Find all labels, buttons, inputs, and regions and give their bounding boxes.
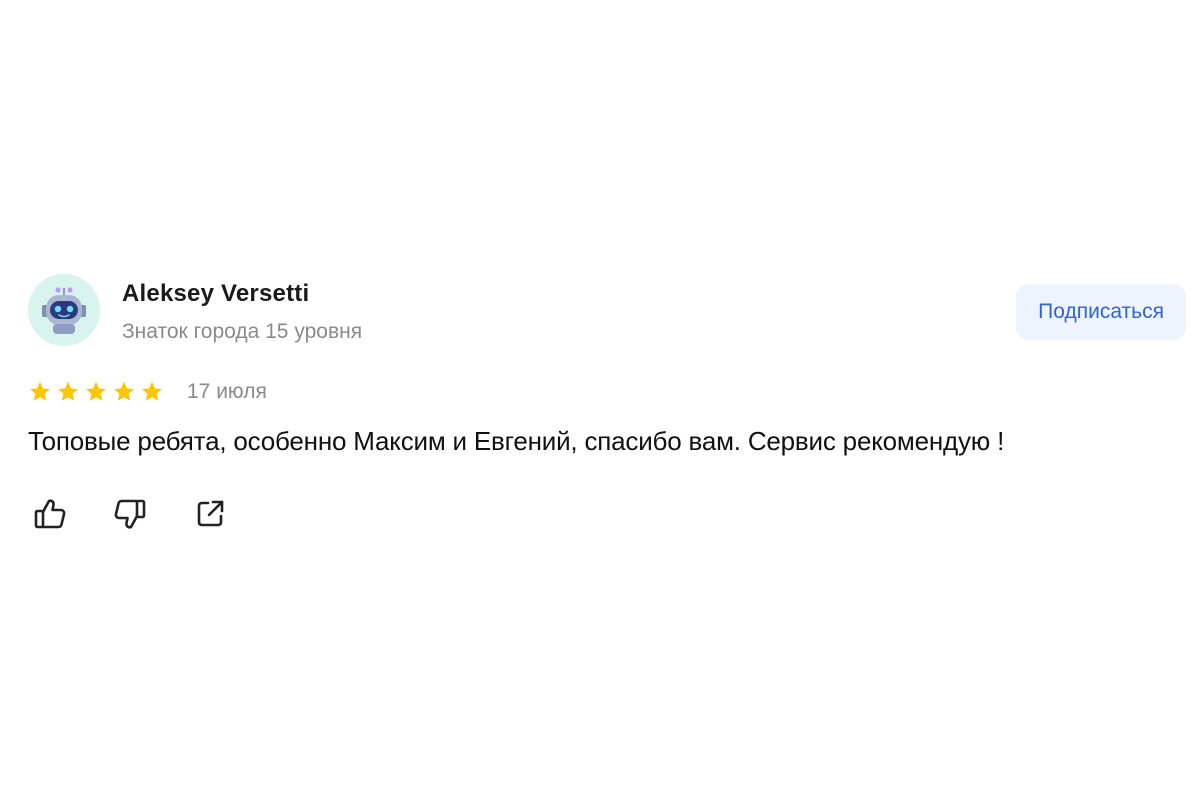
review-meta: 17 июля [28, 376, 1188, 408]
like-button[interactable] [28, 492, 72, 536]
star-icon [28, 380, 52, 404]
review-date: 17 июля [187, 380, 267, 403]
share-icon [197, 500, 224, 527]
share-button[interactable] [188, 492, 232, 536]
author-info: Aleksey Versetti Знаток города 15 уровня [122, 280, 362, 344]
thumbs-up-icon [34, 499, 66, 529]
rating-stars [28, 380, 168, 404]
dislike-button[interactable] [108, 492, 152, 536]
avatar[interactable] [28, 274, 100, 346]
author-name[interactable]: Aleksey Versetti [122, 280, 362, 308]
review-card: Aleksey Versetti Знаток города 15 уровня… [28, 272, 1188, 536]
star-icon [56, 380, 80, 404]
review-header: Aleksey Versetti Знаток города 15 уровня… [28, 272, 1188, 352]
robot-avatar-icon [28, 274, 100, 346]
subscribe-button[interactable]: Подписаться [1016, 284, 1186, 340]
author-level: Знаток города 15 уровня [122, 320, 363, 343]
star-icon [112, 380, 136, 404]
star-icon [84, 380, 108, 404]
review-text: Топовые ребята, особенно Максим и Евгени… [28, 426, 1005, 456]
thumbs-down-icon [114, 499, 146, 529]
review-actions [28, 492, 1188, 536]
star-icon [140, 380, 164, 404]
